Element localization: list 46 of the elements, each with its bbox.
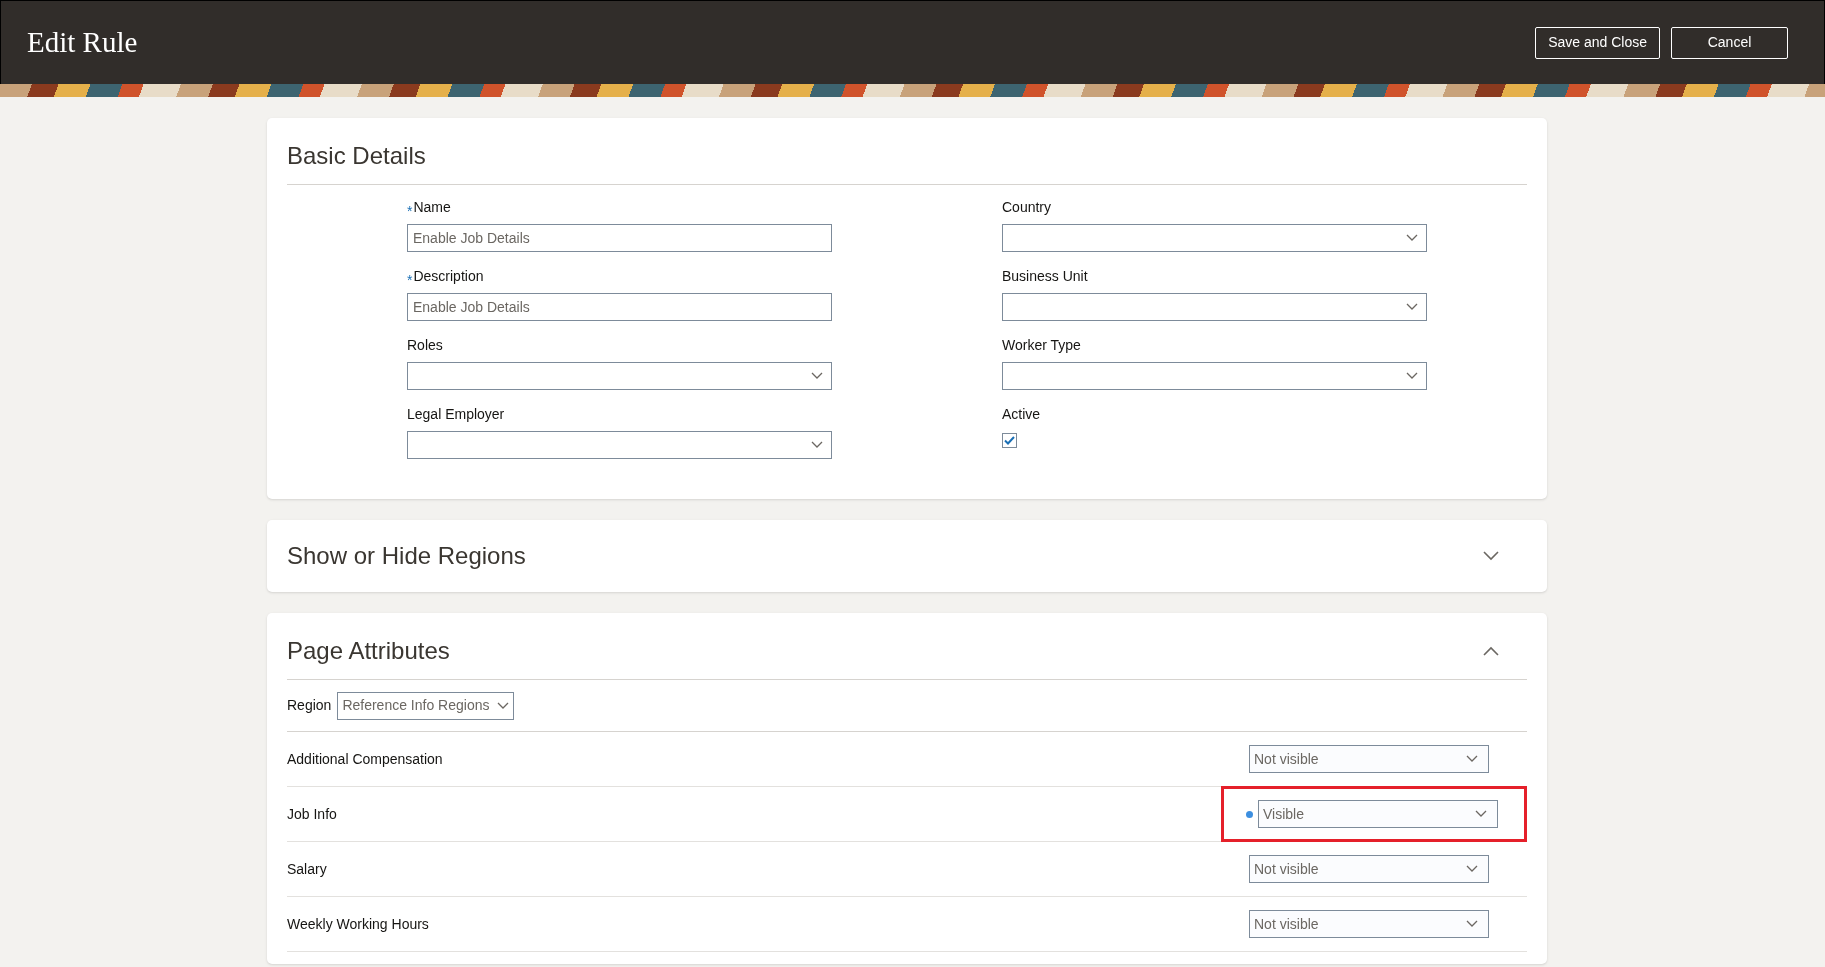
dropdown-field[interactable] <box>407 362 832 390</box>
expand-button[interactable] <box>1483 551 1499 561</box>
section-heading: Basic Details <box>287 138 1527 185</box>
required-marker: * <box>407 271 413 290</box>
region-dropdown[interactable]: Reference Info Regions <box>337 691 515 720</box>
checkbox[interactable] <box>1002 433 1017 448</box>
visibility-dropdown[interactable]: Not visible <box>1249 855 1489 883</box>
dropdown-field[interactable] <box>1002 224 1427 252</box>
required-marker: * <box>407 202 413 221</box>
field-label: Worker Type <box>1002 336 1081 355</box>
chevron-down-icon <box>497 701 510 710</box>
attribute-label: Salary <box>287 859 327 879</box>
dropdown-field[interactable] <box>1002 293 1427 321</box>
page-title: Edit Rule <box>27 24 138 60</box>
dropdown-field[interactable] <box>1002 362 1427 390</box>
chevron-down-icon <box>1406 303 1418 311</box>
field-label: Name <box>413 198 451 217</box>
field-label: Legal Employer <box>407 405 505 424</box>
region-label: Region <box>287 696 332 715</box>
chevron-down-icon <box>811 441 823 449</box>
section-heading: Page Attributes <box>287 636 450 666</box>
field-label: Roles <box>407 336 443 355</box>
text-field[interactable]: Enable Job Details <box>407 293 832 321</box>
chevron-down-icon <box>1466 755 1478 763</box>
attribute-label: Weekly Working Hours <box>287 914 429 934</box>
field-label: Description <box>413 267 484 286</box>
chevron-down-icon <box>1466 865 1478 873</box>
text-field[interactable]: Enable Job Details <box>407 224 832 252</box>
collapse-button[interactable] <box>1483 646 1499 656</box>
attribute-label: Job Info <box>287 804 337 824</box>
chevron-down-icon <box>811 372 823 380</box>
visibility-dropdown[interactable]: Not visible <box>1249 910 1489 938</box>
chevron-down-icon <box>1475 810 1487 818</box>
field-label: Active <box>1002 405 1041 424</box>
visibility-dropdown[interactable]: Not visible <box>1249 745 1489 773</box>
section-heading: Show or Hide Regions <box>287 541 526 571</box>
field-label: Country <box>1002 198 1052 217</box>
field-label: Business Unit <box>1002 267 1088 286</box>
visibility-dropdown[interactable]: Visible <box>1258 800 1498 828</box>
save-and-close-button[interactable]: Save and Close <box>1535 26 1660 59</box>
chevron-down-icon <box>1406 234 1418 242</box>
cancel-button[interactable]: Cancel <box>1671 26 1788 59</box>
dropdown-field[interactable] <box>407 431 832 459</box>
chevron-down-icon <box>1406 372 1418 380</box>
chevron-down-icon <box>1466 920 1478 928</box>
attribute-label: Additional Compensation <box>287 749 443 769</box>
